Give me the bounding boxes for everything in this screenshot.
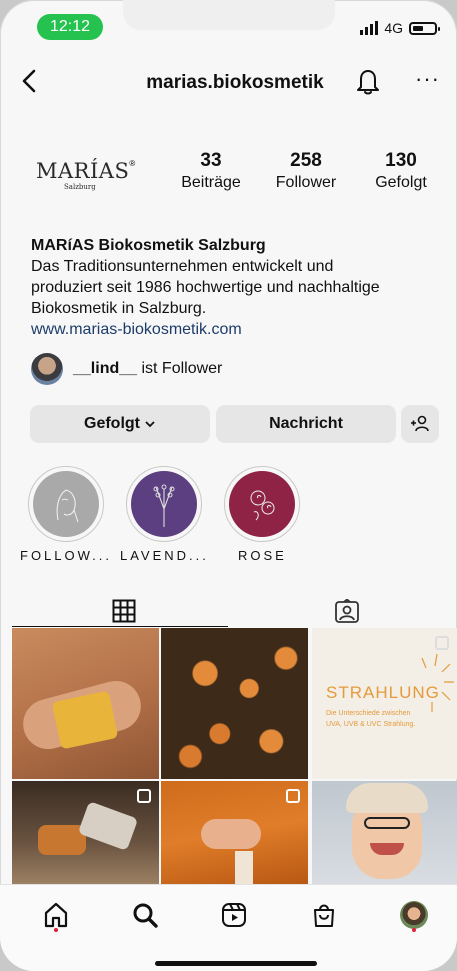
bio-name: MARíAS Biokosmetik Salzburg bbox=[31, 237, 266, 254]
phone-screen: 12:12 4G marias.biokosmetik ··· MARÍAS® … bbox=[0, 0, 457, 971]
multi-post-icon bbox=[137, 789, 151, 803]
chevron-down-icon bbox=[145, 421, 155, 428]
more-options-icon[interactable]: ··· bbox=[415, 66, 440, 92]
shopping-bag-icon bbox=[314, 904, 334, 927]
highlight-label: LAVEND... bbox=[120, 548, 209, 563]
grid-icon[interactable] bbox=[112, 599, 136, 623]
post-portrait[interactable] bbox=[312, 781, 457, 884]
post-sea-buckthorn[interactable] bbox=[161, 628, 308, 779]
message-button-label: Nachricht bbox=[269, 415, 343, 432]
home-icon bbox=[44, 902, 68, 928]
post-subtitle-line: UVA, UVB & UVC Strahlung. bbox=[326, 721, 416, 728]
mutual-follower[interactable]: __lind__ ist Follower bbox=[31, 352, 222, 386]
stat-following-value: 130 bbox=[385, 150, 417, 171]
search-icon bbox=[133, 903, 158, 928]
stat-following-label: Gefolgt bbox=[375, 174, 427, 191]
rose-icon bbox=[250, 490, 275, 521]
multi-post-icon bbox=[286, 789, 300, 803]
post-cosmetic-jars[interactable] bbox=[12, 781, 159, 884]
stat-posts-value: 33 bbox=[200, 150, 222, 171]
following-button[interactable]: Gefolgt bbox=[30, 405, 210, 443]
post-strahlung[interactable]: STRAHLUNG Die Unterschiede zwischen UVA,… bbox=[312, 628, 457, 779]
reels-tab[interactable] bbox=[218, 899, 250, 931]
follower-username: __lind__ bbox=[73, 360, 138, 377]
highlight-rose[interactable] bbox=[224, 466, 300, 542]
following-button-label: Gefolgt bbox=[84, 415, 140, 432]
highlight-label: FOLLOW... bbox=[20, 548, 113, 563]
logo-registered: ® bbox=[129, 159, 136, 168]
signal-icon bbox=[360, 21, 379, 35]
profile-notification-dot bbox=[412, 928, 416, 932]
bio-website-link[interactable]: www.marias-biokosmetik.com bbox=[31, 319, 431, 340]
tagged-icon[interactable] bbox=[334, 599, 360, 625]
message-button[interactable]: Nachricht bbox=[216, 405, 396, 443]
face-line-art-icon bbox=[56, 489, 79, 523]
highlight-follow[interactable] bbox=[28, 466, 104, 542]
shop-tab[interactable] bbox=[308, 899, 340, 931]
search-tab[interactable] bbox=[129, 899, 161, 931]
follower-suffix: ist Follower bbox=[137, 360, 223, 377]
stat-posts[interactable]: 33 Beiträge bbox=[175, 150, 247, 192]
profile-header: marias.biokosmetik ··· bbox=[0, 62, 457, 102]
bottom-navigation bbox=[0, 884, 457, 971]
stat-followers-label: Follower bbox=[275, 174, 337, 191]
profile-bio: MARíAS Biokosmetik Salzburg Das Traditio… bbox=[31, 235, 431, 340]
battery-icon bbox=[409, 21, 440, 35]
post-title: STRAHLUNG bbox=[326, 683, 440, 702]
active-tab-indicator bbox=[12, 626, 228, 627]
sun-rays-icon bbox=[421, 653, 454, 712]
post-soap-bar[interactable] bbox=[12, 628, 159, 779]
reels-icon bbox=[222, 903, 246, 927]
stat-following[interactable]: 130 Gefolgt bbox=[367, 150, 435, 192]
post-orange-hands[interactable] bbox=[161, 781, 308, 884]
bio-line: produziert seit 1986 hochwertige und nac… bbox=[31, 279, 380, 296]
highlight-cover bbox=[131, 471, 197, 537]
follower-avatar bbox=[31, 353, 63, 385]
highlight-label: ROSE bbox=[238, 548, 287, 563]
stat-followers-value: 258 bbox=[290, 150, 322, 171]
stat-followers[interactable]: 258 Follower bbox=[269, 150, 343, 192]
content-tabs bbox=[0, 596, 457, 630]
post-subtitle: Die Unterschiede zwischen UVA, UVB & UVC… bbox=[326, 708, 446, 730]
profile-logo: MARÍAS® Salzburg bbox=[36, 159, 136, 199]
logo-subtitle: Salzburg bbox=[64, 183, 96, 191]
posts-grid: STRAHLUNG Die Unterschiede zwischen UVA,… bbox=[12, 628, 457, 884]
bio-line: Das Traditionsunternehmen entwickelt und bbox=[31, 258, 334, 275]
suggested-people-button[interactable] bbox=[401, 405, 439, 443]
profile-tab[interactable] bbox=[398, 899, 430, 931]
profile-avatar bbox=[400, 901, 428, 929]
home-tab[interactable] bbox=[40, 899, 72, 931]
logo-wordmark: MARÍAS bbox=[36, 159, 130, 183]
highlight-lavender[interactable] bbox=[126, 466, 202, 542]
lavender-icon bbox=[153, 484, 175, 527]
home-indicator bbox=[155, 961, 317, 966]
profile-username: marias.biokosmetik bbox=[146, 72, 324, 93]
highlight-cover bbox=[229, 471, 295, 537]
status-time: 12:12 bbox=[37, 14, 103, 40]
status-indicators: 4G bbox=[360, 20, 440, 36]
add-person-icon bbox=[411, 415, 429, 432]
stat-posts-label: Beiträge bbox=[181, 174, 241, 191]
highlight-cover bbox=[33, 471, 99, 537]
bio-line: Biokosmetik in Salzburg. bbox=[31, 300, 207, 317]
post-subtitle-line: Die Unterschiede zwischen bbox=[326, 710, 411, 717]
notch bbox=[123, 0, 335, 30]
network-label: 4G bbox=[384, 20, 403, 36]
home-notification-dot bbox=[54, 928, 58, 932]
notification-bell-icon[interactable] bbox=[354, 66, 382, 96]
